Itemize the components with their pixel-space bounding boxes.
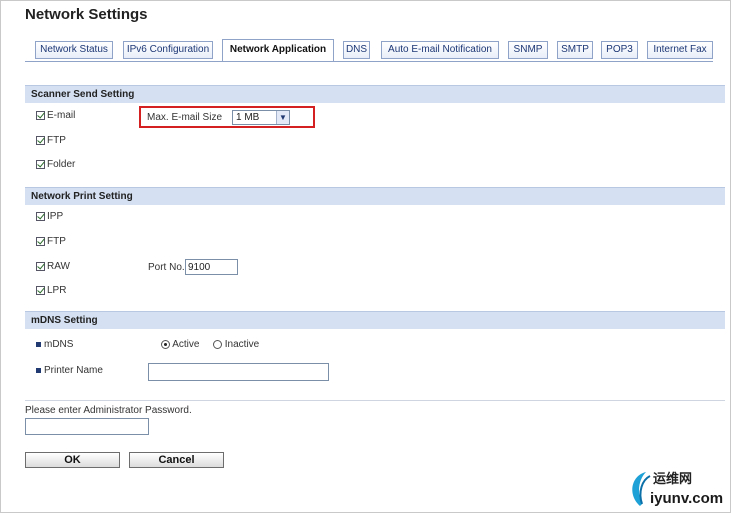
raw-checkbox[interactable]: [36, 261, 45, 271]
tab-internet-fax[interactable]: Internet Fax: [647, 41, 713, 59]
check-icon: [37, 135, 45, 144]
watermark-logo: 运维网 iyunv.com: [626, 466, 730, 508]
raw-label: RAW: [47, 261, 70, 272]
folder-checkbox[interactable]: [36, 159, 45, 169]
tab-network-application[interactable]: Network Application: [222, 39, 334, 61]
check-icon: [37, 159, 45, 168]
tab-smtp[interactable]: SMTP: [557, 41, 593, 59]
email-checkbox[interactable]: [36, 110, 45, 120]
check-icon: [37, 211, 45, 220]
ftp-print-label: FTP: [47, 236, 66, 247]
window-frame: [0, 0, 731, 513]
section-mdns: mDNS Setting: [25, 311, 725, 329]
port-label: Port No.: [148, 262, 185, 273]
radio-active[interactable]: [161, 339, 170, 349]
mdns-row-label: mDNS: [36, 338, 73, 352]
check-icon: [37, 261, 45, 270]
printer-name-label: Printer Name: [44, 365, 103, 376]
radio-inactive[interactable]: [213, 339, 222, 349]
mdns-label: mDNS: [44, 339, 74, 350]
check-icon: [37, 285, 45, 294]
section-scanner-send: Scanner Send Setting: [25, 85, 725, 103]
ipp-checkbox-row[interactable]: IPP: [36, 210, 63, 224]
email-label: E-mail: [47, 110, 76, 121]
svg-text:iyunv.com: iyunv.com: [650, 490, 723, 507]
tab-dns[interactable]: DNS: [343, 41, 370, 59]
radio-inactive-row[interactable]: Inactive: [213, 338, 259, 352]
admin-password-prompt: Please enter Administrator Password.: [25, 405, 192, 416]
radio-active-row[interactable]: Active: [161, 338, 199, 352]
watermark-swoosh-icon: 运维网 iyunv.com: [632, 471, 723, 507]
radio-dot-icon: [164, 342, 167, 346]
check-icon: [37, 236, 45, 245]
svg-text:运维网: 运维网: [653, 471, 692, 487]
bullet-icon: [36, 341, 41, 347]
max-email-size-select[interactable]: 1 MB ▼: [232, 110, 290, 125]
inactive-label: Inactive: [224, 339, 260, 350]
ipp-checkbox[interactable]: [36, 211, 45, 221]
active-label: Active: [172, 339, 200, 350]
email-checkbox-row[interactable]: E-mail: [36, 109, 75, 123]
lpr-label: LPR: [47, 285, 67, 296]
ftp-send-checkbox[interactable]: [36, 135, 45, 145]
port-input[interactable]: [185, 259, 238, 275]
cancel-button[interactable]: Cancel: [129, 452, 224, 468]
folder-checkbox-row[interactable]: Folder: [36, 158, 75, 172]
chevron-down-icon[interactable]: ▼: [276, 111, 289, 124]
lpr-checkbox[interactable]: [36, 285, 45, 295]
ftp-print-checkbox[interactable]: [36, 236, 45, 246]
tab-underline: [25, 61, 713, 62]
printer-name-row-label: Printer Name: [36, 364, 103, 378]
ftp-send-checkbox-row[interactable]: FTP: [36, 134, 66, 148]
max-email-size-value: 1 MB: [236, 112, 260, 123]
ipp-label: IPP: [47, 211, 64, 222]
ftp-print-checkbox-row[interactable]: FTP: [36, 235, 66, 249]
ftp-send-label: FTP: [47, 135, 66, 146]
lpr-checkbox-row[interactable]: LPR: [36, 284, 66, 298]
tab-pop3[interactable]: POP3: [601, 41, 638, 59]
tab-ipv6-configuration[interactable]: IPv6 Configuration: [123, 41, 213, 59]
max-email-size-label: Max. E-mail Size: [147, 112, 223, 123]
folder-label: Folder: [47, 159, 76, 170]
section-network-print: Network Print Setting: [25, 187, 725, 205]
tab-network-status[interactable]: Network Status: [35, 41, 113, 59]
ok-button[interactable]: OK: [25, 452, 120, 468]
page-title: Network Settings: [25, 6, 148, 23]
tab-auto-email-notification[interactable]: Auto E-mail Notification: [381, 41, 499, 59]
bullet-icon: [36, 367, 41, 373]
check-icon: [37, 110, 45, 119]
divider: [25, 400, 725, 401]
admin-password-input[interactable]: [25, 418, 149, 435]
printer-name-input[interactable]: [148, 363, 329, 381]
tab-snmp[interactable]: SNMP: [508, 41, 548, 59]
raw-checkbox-row[interactable]: RAW: [36, 260, 70, 274]
